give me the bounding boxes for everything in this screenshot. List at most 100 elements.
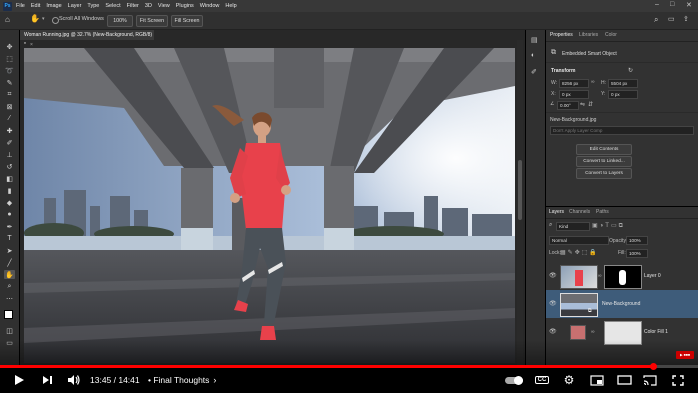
menu-plugins[interactable]: Plugins	[176, 3, 194, 9]
crop-tool-icon[interactable]: ⌗	[4, 90, 15, 99]
search-icon[interactable]: ⌕	[654, 15, 658, 25]
convert-to-linked-button[interactable]: Convert to Linked...	[576, 156, 632, 167]
minimize-icon[interactable]: –	[655, 1, 659, 8]
layer-row-new-background[interactable]: 👁 ⧉ New-Background	[546, 290, 698, 318]
link-icon[interactable]: ∞	[591, 79, 595, 85]
autoplay-toggle[interactable]	[504, 372, 524, 388]
scrollbar-thumb[interactable]	[518, 160, 522, 220]
flip-vertical-icon[interactable]: ⇵	[588, 101, 593, 108]
menu-window[interactable]: Window	[200, 3, 220, 9]
play-button[interactable]	[10, 372, 28, 388]
blend-mode-select[interactable]: Normal	[549, 236, 609, 245]
theater-mode-button[interactable]	[614, 372, 634, 388]
menu-3d[interactable]: 3D	[145, 3, 152, 9]
document-tab[interactable]: Woman Running.jpg @ 32.7% (New-Backgroun…	[20, 30, 154, 48]
menu-file[interactable]: File	[16, 3, 25, 9]
menu-layer[interactable]: Layer	[68, 3, 82, 9]
tab-libraries[interactable]: Libraries	[579, 30, 598, 41]
cast-button[interactable]	[640, 372, 660, 388]
settings-button[interactable]: ⚙	[560, 372, 578, 388]
tab-color[interactable]: Color	[605, 30, 617, 41]
foreground-color-swatch[interactable]	[4, 310, 13, 319]
channel-watermark[interactable]: ▶ ■■■	[676, 351, 694, 359]
brush-settings-icon[interactable]: ✐	[531, 68, 537, 76]
stamp-tool-icon[interactable]: ⊥	[4, 150, 15, 159]
fullscreen-button[interactable]	[668, 372, 688, 388]
opacity-field[interactable]: 100%	[626, 236, 648, 245]
history-panel-icon[interactable]: ▤	[531, 36, 538, 44]
hand-tool-icon[interactable]: ✋	[4, 270, 15, 279]
y-field[interactable]: 0 px	[608, 90, 638, 99]
filter-kind-select[interactable]: Kind	[556, 222, 590, 231]
frame-tool-icon[interactable]: ⊠	[4, 102, 15, 111]
gradient-tool-icon[interactable]: ▮	[4, 186, 15, 195]
history-brush-tool-icon[interactable]: ↺	[4, 162, 15, 171]
lock-icons[interactable]: ▦✎✥⬚🔒	[560, 249, 599, 256]
reset-transform-icon[interactable]: ↻	[628, 67, 633, 74]
vertical-scrollbar[interactable]	[517, 40, 523, 365]
angle-field[interactable]: 0.00°	[557, 101, 579, 110]
filter-icons[interactable]: ▣◑T▭⧉	[592, 222, 625, 230]
adjustments-panel-icon[interactable]: ◐	[531, 52, 535, 59]
fill-field[interactable]: 100%	[626, 249, 648, 258]
eyedropper-tool-icon[interactable]: ⁄	[4, 114, 15, 123]
select-subject-tool-icon[interactable]: ✎	[4, 78, 15, 87]
workspace-icon[interactable]: ▭	[668, 15, 675, 23]
height-field[interactable]: 5504 px	[608, 79, 638, 88]
volume-button[interactable]	[64, 372, 82, 388]
menu-type[interactable]: Type	[87, 3, 99, 9]
zoom-tool-icon[interactable]: ⌕	[4, 282, 15, 291]
path-select-tool-icon[interactable]: ➤	[4, 246, 15, 255]
move-tool-icon[interactable]: ✥	[4, 42, 15, 51]
tab-channels[interactable]: Channels	[569, 207, 590, 218]
healing-tool-icon[interactable]: ✚	[4, 126, 15, 135]
menu-select[interactable]: Select	[105, 3, 120, 9]
zoom-100-button[interactable]: 100%	[107, 15, 133, 27]
brush-tool-icon[interactable]: ✐	[4, 138, 15, 147]
share-icon[interactable]: ⇪	[683, 15, 689, 23]
layer-comp-select[interactable]: Don't Apply Layer Comp	[550, 126, 694, 135]
edit-contents-button[interactable]: Edit Contents	[576, 144, 632, 155]
shape-tool-icon[interactable]: ╱	[4, 258, 15, 267]
layer-row-layer-0[interactable]: 👁 ∞ Layer 0	[546, 262, 698, 290]
menu-filter[interactable]: Filter	[127, 3, 139, 9]
home-icon[interactable]: ⌂	[5, 15, 10, 24]
fill-label: Fill:	[618, 250, 626, 256]
next-button[interactable]	[38, 372, 56, 388]
image-canvas[interactable]	[24, 48, 515, 363]
more-tools-icon[interactable]: ⋯	[4, 294, 15, 303]
fit-screen-button[interactable]: Fit Screen	[136, 15, 168, 27]
miniplayer-button[interactable]	[587, 372, 607, 388]
chapter-title[interactable]: • Final Thoughts ›	[148, 372, 216, 388]
layer-mask-thumbnail[interactable]	[604, 265, 642, 289]
width-field[interactable]: 8256 px	[559, 79, 589, 88]
eye-icon[interactable]: 👁	[549, 272, 557, 279]
smart-object-icon: ⧉	[551, 49, 556, 56]
menu-view[interactable]: View	[158, 3, 170, 9]
type-tool-icon[interactable]: T	[4, 234, 15, 243]
blur-tool-icon[interactable]: ◆	[4, 198, 15, 207]
menu-help[interactable]: Help	[225, 3, 236, 9]
tab-paths[interactable]: Paths	[596, 207, 609, 218]
progress-scrubber[interactable]	[649, 363, 657, 370]
menu-image[interactable]: Image	[46, 3, 61, 9]
eraser-tool-icon[interactable]: ◧	[4, 174, 15, 183]
eye-icon[interactable]: 👁	[549, 328, 557, 335]
close-icon[interactable]: ✕	[686, 1, 692, 9]
marquee-tool-icon[interactable]: ⬚	[4, 54, 15, 63]
pen-tool-icon[interactable]: ✒	[4, 222, 15, 231]
quick-mask-icon[interactable]: ◫	[4, 326, 15, 335]
scroll-all-checkbox[interactable]	[52, 17, 59, 24]
flip-horizontal-icon[interactable]: ⇋	[580, 101, 585, 108]
hand-icon[interactable]: ✋	[30, 14, 40, 23]
menu-edit[interactable]: Edit	[31, 3, 40, 9]
lasso-tool-icon[interactable]: ➰	[4, 66, 15, 75]
captions-button[interactable]: CC	[532, 372, 552, 388]
x-field[interactable]: 0 px	[559, 90, 589, 99]
dodge-tool-icon[interactable]: ●	[4, 210, 15, 219]
chevron-down-icon[interactable]: ▾	[42, 16, 45, 22]
eye-icon[interactable]: 👁	[549, 300, 557, 307]
convert-to-layers-button[interactable]: Convert to Layers	[576, 168, 632, 179]
fill-screen-button[interactable]: Fill Screen	[171, 15, 203, 27]
maximize-icon[interactable]: □	[670, 1, 674, 8]
